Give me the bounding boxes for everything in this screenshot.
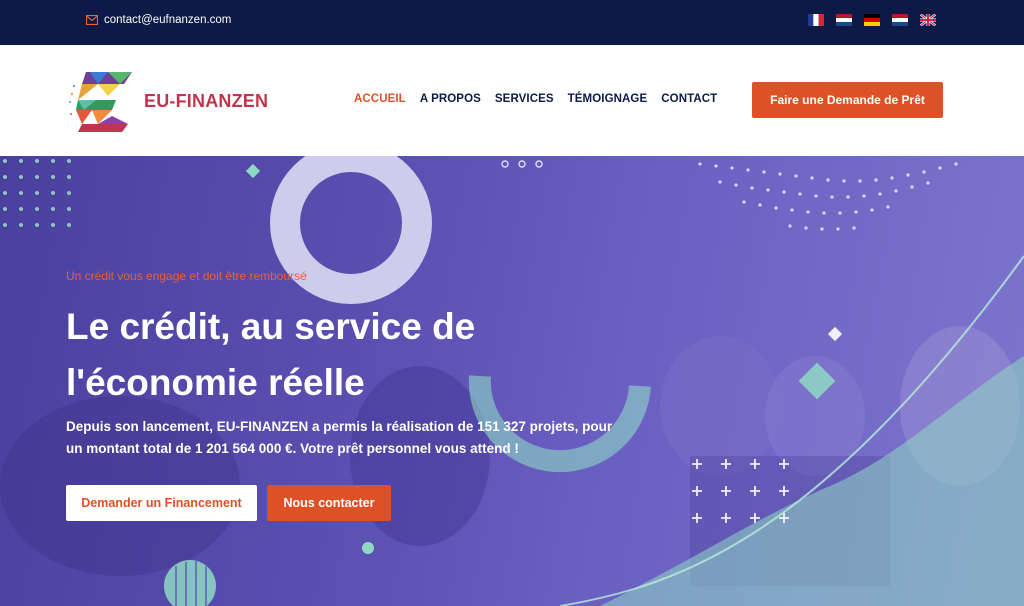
flag-nl-icon[interactable]: [836, 14, 852, 26]
hero-kicker: Un crédit vous engage et doit être rembo…: [66, 269, 307, 283]
contact-email: contact@eufnanzen.com: [104, 14, 232, 26]
brand-name: EU-FINANZEN: [144, 90, 269, 111]
nav-accueil[interactable]: ACCUEIL: [354, 93, 406, 105]
main-nav: ACCUEIL A PROPOS SERVICES TÉMOIGNAGE CON…: [354, 93, 731, 105]
envelope-icon: [86, 15, 98, 25]
brand-logo[interactable]: EU-FINANZEN: [68, 70, 268, 132]
request-financing-button[interactable]: Demander un Financement: [66, 485, 257, 521]
flag-uk-icon[interactable]: [920, 14, 936, 26]
flag-de-icon[interactable]: [864, 14, 880, 26]
nav-services[interactable]: SERVICES: [495, 93, 554, 105]
language-switcher: [808, 14, 936, 26]
flag-fr-icon[interactable]: [808, 14, 824, 26]
nav-contact[interactable]: CONTACT: [661, 93, 717, 105]
contact-email-link[interactable]: contact@eufnanzen.com: [86, 14, 231, 26]
flag-nl-icon[interactable]: [892, 14, 908, 26]
hero-section: Un crédit vous engage et doit être rembo…: [0, 156, 1024, 606]
loan-request-button[interactable]: Faire une Demande de Prêt: [752, 82, 943, 118]
contact-us-button[interactable]: Nous contacter: [267, 485, 391, 521]
site-header: EU-FINANZEN ACCUEIL A PROPOS SERVICES TÉ…: [0, 45, 1024, 156]
nav-temoignage[interactable]: TÉMOIGNAGE: [568, 93, 648, 105]
hero-lead: Depuis son lancement, EU-FINANZEN a perm…: [66, 419, 613, 456]
top-bar: contact@eufnanzen.com: [0, 0, 1024, 45]
eu-finanzen-logo-icon: [69, 72, 132, 132]
nav-a-propos[interactable]: A PROPOS: [420, 93, 481, 105]
hero-headline: Le crédit, au service de l'économie réel…: [66, 306, 476, 403]
